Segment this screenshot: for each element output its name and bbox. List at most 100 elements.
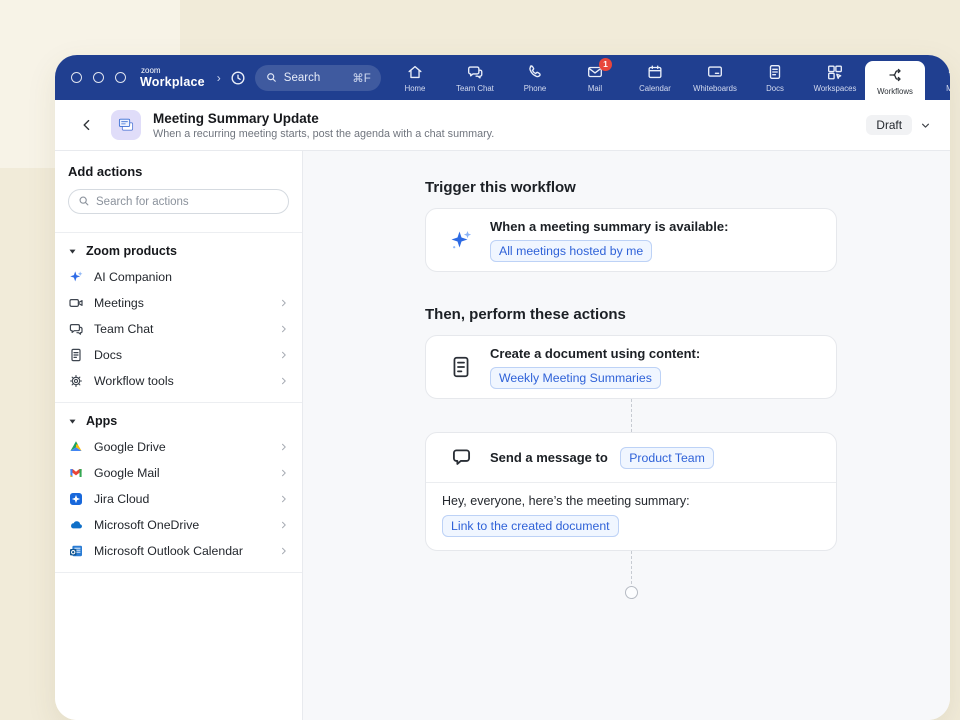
meetings-icon <box>68 295 84 311</box>
sidebar-item-label: Google Drive <box>94 440 166 454</box>
workflow-connector <box>631 399 632 432</box>
sidebar-item-ai-companion[interactable]: AI Companion <box>55 264 302 290</box>
mail-icon: 1 <box>586 63 604 81</box>
chevron-right-icon <box>279 494 289 504</box>
status-badge: Draft <box>866 115 912 135</box>
ai-sparkle-icon <box>448 227 474 253</box>
sidebar-item-workflow-tools[interactable]: Workflow tools <box>55 368 302 394</box>
section-apps[interactable]: Apps <box>55 403 302 434</box>
trigger-section-heading: Trigger this workflow <box>425 179 837 196</box>
docs-icon <box>68 347 84 363</box>
nav-label: More <box>946 84 950 93</box>
sidebar-item-label: Team Chat <box>94 322 153 336</box>
nav-whiteboards[interactable]: Whiteboards <box>685 55 745 100</box>
search-actions-input[interactable] <box>68 189 289 214</box>
nav-label: Phone <box>524 84 547 93</box>
team-chat-icon <box>466 63 484 81</box>
document-content-pill[interactable]: Weekly Meeting Summaries <box>490 367 661 389</box>
window-control-dot[interactable] <box>71 72 82 83</box>
sidebar-item-microsoft-onedrive[interactable]: Microsoft OneDrive <box>55 512 302 538</box>
nav-phone[interactable]: Phone <box>505 55 565 100</box>
onedrive-icon <box>68 517 84 533</box>
sidebar-item-microsoft-outlook-calendar[interactable]: Microsoft Outlook Calendar <box>55 538 302 564</box>
workflow-connector <box>631 551 632 584</box>
logo-zoom-text: zoom <box>141 67 205 75</box>
mail-unread-badge: 1 <box>599 58 612 71</box>
nav-label: Calendar <box>639 84 671 93</box>
nav-label: Team Chat <box>456 84 494 93</box>
sidebar-item-jira-cloud[interactable]: Jira Cloud <box>55 486 302 512</box>
action-card-send-message[interactable]: Send a message to Product Team Hey, ever… <box>425 432 837 551</box>
action-title: Create a document using content: <box>490 345 700 362</box>
action-title: Send a message to <box>490 450 608 465</box>
message-body-text: Hey, everyone, here’s the meeting summar… <box>442 494 820 508</box>
window-control-dot[interactable] <box>93 72 104 83</box>
chevron-down-icon <box>68 247 77 256</box>
recipient-pill[interactable]: Product Team <box>620 447 714 469</box>
trigger-value-pill[interactable]: All meetings hosted by me <box>490 240 652 262</box>
sidebar-item-label: Google Mail <box>94 466 160 480</box>
chevron-right-icon <box>279 468 289 478</box>
history-icon[interactable] <box>229 69 247 87</box>
back-button[interactable] <box>79 117 95 133</box>
add-step-node[interactable] <box>625 586 638 599</box>
sidebar-item-label: Jira Cloud <box>94 492 149 506</box>
chat-bubble-icon <box>448 446 474 469</box>
nav-team-chat[interactable]: Team Chat <box>445 55 505 100</box>
status-dropdown-button[interactable] <box>919 119 932 132</box>
sidebar-item-team-chat[interactable]: Team Chat <box>55 316 302 342</box>
chevron-right-icon <box>279 546 289 556</box>
actions-section-heading: Then, perform these actions <box>425 306 837 323</box>
ai-companion-icon <box>68 269 84 285</box>
nav-label: Whiteboards <box>693 84 737 93</box>
nav-home[interactable]: Home <box>385 55 445 100</box>
workflow-tools-icon <box>68 373 84 389</box>
logo-workplace-text: Workplace <box>140 76 205 89</box>
sidebar-item-google-mail[interactable]: Google Mail <box>55 460 302 486</box>
chevron-right-icon <box>279 298 289 308</box>
workflows-icon <box>886 66 904 84</box>
outlook-calendar-icon <box>68 543 84 559</box>
sidebar-item-label: Microsoft OneDrive <box>94 518 199 532</box>
jira-cloud-icon <box>68 491 84 507</box>
nav-tabs: Home Team Chat Phone 1 Mail Calendar <box>385 55 950 100</box>
zoom-workplace-logo: zoom Workplace <box>140 67 205 89</box>
window-control-dot[interactable] <box>115 72 126 83</box>
chevron-right-icon <box>279 520 289 530</box>
docs-icon <box>766 63 784 81</box>
chevron-right-icon <box>279 442 289 452</box>
divider <box>55 572 302 573</box>
sidebar-item-label: Workflow tools <box>94 374 174 388</box>
window-controls[interactable] <box>71 72 126 83</box>
nav-label: Mail <box>588 84 602 93</box>
sidebar-item-docs[interactable]: Docs <box>55 342 302 368</box>
nav-more[interactable]: More <box>925 55 950 100</box>
sidebar-item-label: Docs <box>94 348 122 362</box>
workspaces-icon <box>826 63 844 81</box>
section-zoom-products[interactable]: Zoom products <box>55 233 302 264</box>
global-search-input[interactable]: Search ⌘F <box>255 65 381 91</box>
team-chat-icon <box>68 321 84 337</box>
nav-workflows[interactable]: Workflows <box>865 61 925 100</box>
sidebar-item-meetings[interactable]: Meetings <box>55 290 302 316</box>
search-shortcut: ⌘F <box>352 71 371 85</box>
workflow-thumbnail-icon <box>111 110 141 140</box>
workflow-header: Meeting Summary Update When a recurring … <box>55 100 950 151</box>
document-link-pill[interactable]: Link to the created document <box>442 515 619 537</box>
actions-sidebar: Add actions Zoom products AI Companion M… <box>55 151 303 720</box>
nav-mail[interactable]: 1 Mail <box>565 55 625 100</box>
nav-workspaces[interactable]: Workspaces <box>805 55 865 100</box>
action-card-create-document[interactable]: Create a document using content: Weekly … <box>425 335 837 399</box>
chevron-right-icon[interactable]: › <box>217 71 221 85</box>
sidebar-item-google-drive[interactable]: Google Drive <box>55 434 302 460</box>
sidebar-item-label: Microsoft Outlook Calendar <box>94 544 243 558</box>
home-icon <box>406 63 424 81</box>
chevron-right-icon <box>279 376 289 386</box>
trigger-card[interactable]: When a meeting summary is available: All… <box>425 208 837 272</box>
sidebar-title: Add actions <box>68 164 289 179</box>
section-label: Zoom products <box>86 244 177 258</box>
nav-calendar[interactable]: Calendar <box>625 55 685 100</box>
nav-label: Home <box>405 84 426 93</box>
nav-docs[interactable]: Docs <box>745 55 805 100</box>
google-mail-icon <box>68 465 84 481</box>
